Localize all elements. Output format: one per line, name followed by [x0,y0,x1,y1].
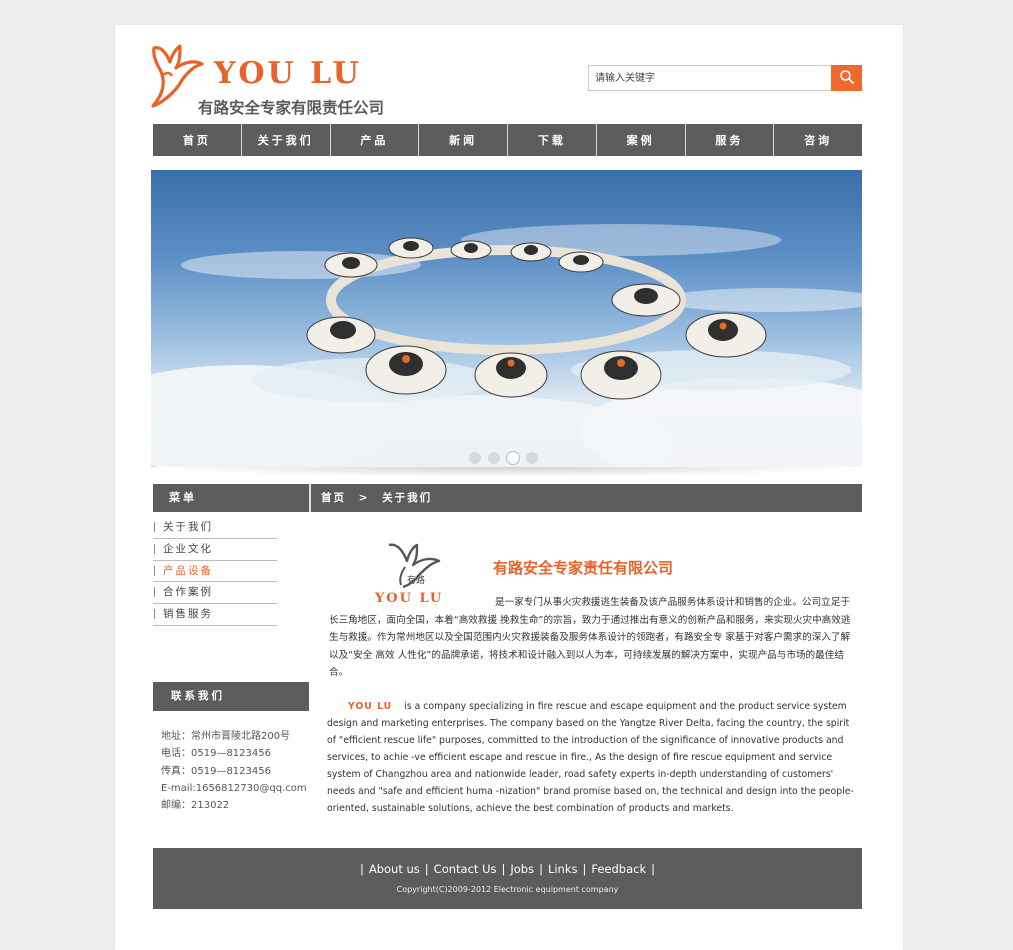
nav-service[interactable]: 服务 [686,124,775,156]
footer-link-feedback[interactable]: Feedback [591,862,646,876]
contact-postcode: 邮编：213022 [161,800,230,812]
nav-news[interactable]: 新闻 [419,124,508,156]
nav-cases[interactable]: 案例 [597,124,686,156]
search-box [588,65,862,91]
banner-shadow [151,467,862,477]
slide-dot[interactable] [469,452,481,464]
logo-chinese-name: 有路安全专家有限责任公司 [198,99,385,117]
menu-heading: 菜单 [153,484,309,512]
footer-link-contact[interactable]: Contact Us [434,862,497,876]
search-button[interactable] [831,65,862,91]
banner-slideshow[interactable] [151,170,862,467]
about-english-brand: YOU LU [348,701,393,712]
about-chinese-paragraph: 是一家专门从事火灾救援逃生装备及该产品服务体系设计和销售的企业。公司立足于长三角… [329,597,851,678]
magnifier-icon [839,69,854,84]
contact-address: 地址：常州市晋陵北路200号 [161,731,291,742]
breadcrumb-current: 关于我们 [382,492,433,504]
banner-image-skydivers [151,224,862,467]
footer-copyright: Copyright(C)2009-2012 Electronic equipme… [396,885,619,894]
nav-download[interactable]: 下载 [508,124,597,156]
menu-item-culture[interactable]: 企业文化 [153,539,277,561]
nav-products[interactable]: 产品 [331,124,420,156]
contact-fax: 传真：0519—8123456 [161,765,271,777]
svg-text:有路: 有路 [407,574,425,586]
footer: | About us | Contact Us | Jobs | Links | Feedback… [153,848,862,909]
site-logo[interactable]: YOU LU 有路安全专家有限责任公司 [150,42,420,117]
main-nav: 首页 关于我们 产品 新闻 下载 案例 服务 咨询 [153,124,862,156]
slide-dot[interactable] [526,452,538,464]
nav-consult[interactable]: 咨询 [774,124,862,156]
contact-email: E-mail:1656812730@qq.com [161,782,307,794]
breadcrumb: 首页 > 关于我们 [309,484,862,512]
about-title: 有路安全专家责任有限公司 [493,559,674,577]
slide-dot[interactable] [488,452,500,464]
footer-link-jobs[interactable]: Jobs [510,862,534,876]
sidebar-menu: 关于我们 企业文化 产品设备 合作案例 销售服务 [153,517,277,626]
menu-item-sales[interactable]: 销售服务 [153,604,277,626]
footer-link-links[interactable]: Links [548,862,578,876]
footer-link-about[interactable]: About us [369,862,420,876]
contact-heading: 联系我们 [153,682,309,711]
logo-english-name: YOU LU [214,56,362,91]
menu-item-cases[interactable]: 合作案例 [153,582,277,605]
footer-links: | About us | Contact Us | Jobs | Links | Feedback… [359,862,656,876]
breadcrumb-separator: > [358,492,370,504]
breadcrumb-home[interactable]: 首页 [321,492,346,504]
search-input[interactable] [588,65,832,91]
menu-item-products[interactable]: 产品设备 [153,561,277,583]
about-english-text: is a company specializing in fire rescue… [327,701,854,814]
slide-indicators [469,452,538,464]
page-container: YOU LU 有路安全专家有限责任公司 首页 关于我们 产品 新闻 下载 案例 … [115,25,903,950]
slide-dot-active[interactable] [507,452,519,464]
menu-item-about[interactable]: 关于我们 [153,517,277,539]
about-english-paragraph: YOU LU is a company specializing in fire … [327,698,857,817]
contact-info: 地址：常州市晋陵北路200号 电话：0519—8123456 传真：0519—8… [161,728,307,814]
nav-about[interactable]: 关于我们 [242,124,331,156]
nav-home[interactable]: 首页 [153,124,242,156]
contact-phone: 电话：0519—8123456 [161,748,271,760]
